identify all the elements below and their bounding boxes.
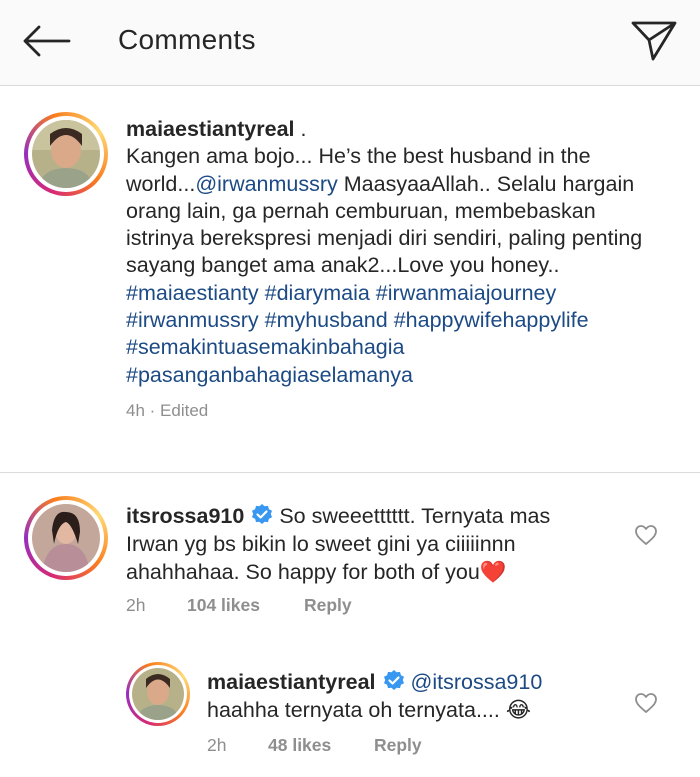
avatar: [32, 504, 100, 572]
comment-avatar[interactable]: [24, 496, 108, 580]
comment-meta: 2h 104 likes Reply: [126, 595, 352, 616]
reply-avatar[interactable]: [126, 662, 190, 726]
hashtag[interactable]: #semakintuasemakinbahagia: [126, 335, 404, 359]
post-caption: maiaestiantyreal . Kangen ama bojo... He…: [126, 116, 666, 424]
hashtag[interactable]: #irwanmaiajourney: [376, 281, 556, 305]
post-username[interactable]: maiaestiantyreal: [126, 117, 295, 141]
reply-button[interactable]: Reply: [304, 595, 352, 616]
comment-body: haahha ternyata oh ternyata....: [207, 698, 500, 722]
avatar: [32, 120, 100, 188]
like-heart-icon[interactable]: [634, 692, 658, 714]
like-heart-icon[interactable]: [634, 524, 658, 546]
comment-username[interactable]: maiaestiantyreal: [207, 670, 376, 694]
edited-label: Edited: [160, 400, 209, 420]
direct-send-icon: [631, 21, 677, 61]
hashtag[interactable]: #maiaestianty: [126, 281, 259, 305]
back-button[interactable]: [16, 18, 76, 64]
avatar: [132, 668, 184, 720]
comment-time: 2h: [126, 595, 146, 615]
divider: [0, 472, 700, 473]
reply-button[interactable]: Reply: [374, 735, 422, 756]
hashtag[interactable]: #happywifehappylife: [394, 308, 589, 332]
comment-time: 2h: [207, 735, 227, 755]
top-bar: Comments: [0, 0, 700, 86]
laughing-emoji: 😂: [505, 698, 531, 722]
verified-badge-icon: [383, 670, 404, 690]
reply-comment: maiaestiantyreal @itsrossa910 haahha tern…: [207, 668, 617, 724]
hashtag[interactable]: #irwanmussry: [126, 308, 259, 332]
hashtag[interactable]: #pasanganbahagiaselamanya: [126, 363, 413, 387]
post-author-avatar[interactable]: [24, 112, 108, 196]
meta-separator: ·: [144, 400, 161, 420]
share-button[interactable]: [624, 14, 684, 68]
comment: itsrossa910 So sweeetttttt. Ternyata mas …: [126, 502, 606, 586]
caption-mention[interactable]: @irwanmussry: [195, 172, 337, 196]
verified-badge-icon: [252, 504, 273, 524]
heart-emoji: ❤️: [479, 560, 507, 584]
comment-username[interactable]: itsrossa910: [126, 504, 244, 528]
post-time: 4h: [126, 400, 145, 420]
page-title: Comments: [118, 24, 256, 55]
reply-meta: 2h 48 likes Reply: [207, 735, 422, 756]
reply-mention[interactable]: @itsrossa910: [411, 670, 543, 694]
hashtag[interactable]: #myhusband: [265, 308, 388, 332]
comment-likes[interactable]: 48 likes: [268, 735, 374, 756]
username-suffix: .: [294, 117, 307, 141]
back-arrow-icon: [23, 25, 71, 57]
hashtag[interactable]: #diarymaia: [265, 281, 370, 305]
comment-likes[interactable]: 104 likes: [187, 595, 304, 616]
post-meta: 4h · Edited: [126, 397, 666, 424]
